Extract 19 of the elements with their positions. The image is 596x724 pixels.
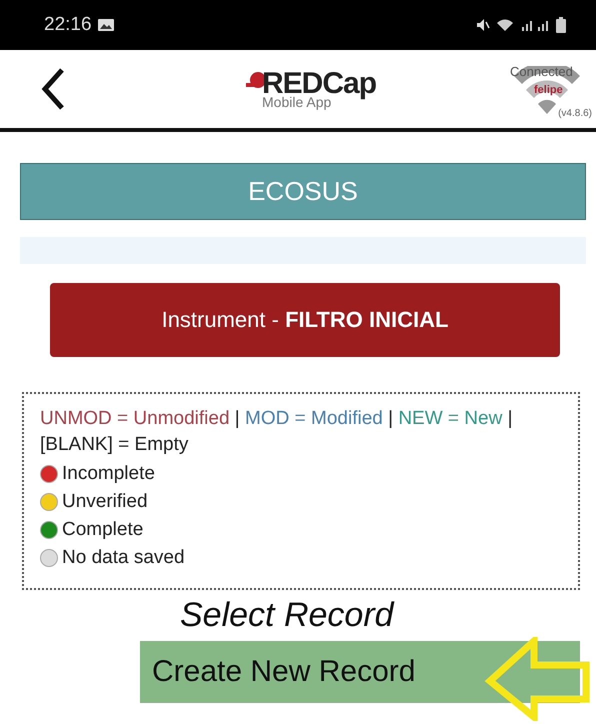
back-icon[interactable]	[40, 67, 66, 111]
instrument-button[interactable]: Instrument - FILTRO INICIAL	[50, 283, 560, 357]
gallery-icon	[98, 19, 114, 31]
app-version: (v4.8.6)	[558, 108, 592, 119]
section-heading: Select Record	[180, 596, 396, 635]
project-title: ECOSUS	[20, 163, 586, 220]
create-record-button[interactable]: Create New Record	[140, 641, 580, 703]
battery-icon	[556, 17, 566, 33]
app-logo-text: REDCap	[262, 69, 376, 99]
mute-icon	[476, 18, 490, 32]
status-label: No data saved	[62, 546, 185, 570]
signal-icon	[520, 18, 550, 32]
status-label: Incomplete	[62, 462, 155, 486]
wifi-icon	[496, 18, 514, 32]
legend-text: UNMOD = Unmodified | MOD = Modified | NEW = New | [BLANK] = Empty	[40, 407, 514, 457]
user-name: felipe	[534, 84, 563, 96]
clock: 22:16	[44, 14, 92, 36]
status-label: Unverified	[62, 490, 148, 514]
status-label: Complete	[62, 518, 144, 542]
